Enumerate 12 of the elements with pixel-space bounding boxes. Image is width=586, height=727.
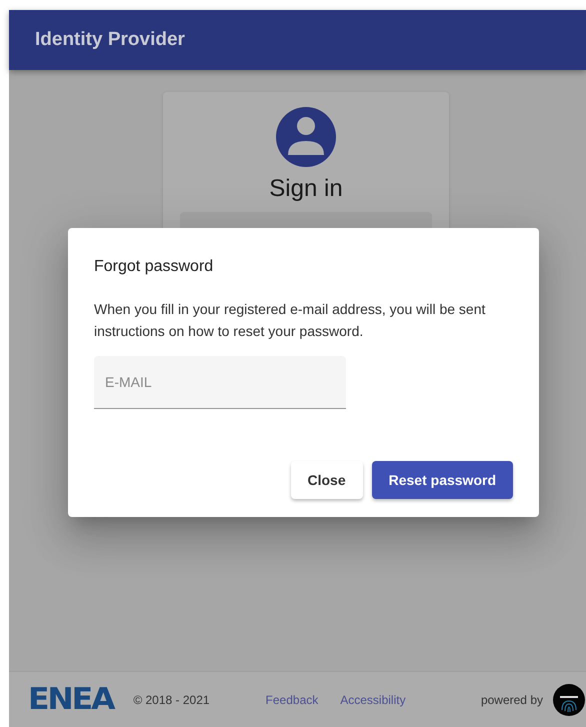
dialog-message: When you fill in your registered e-mail address, you will be sent instructions on how to reset your password. (94, 300, 486, 341)
avatar-icon (276, 107, 336, 167)
close-button[interactable]: Close (290, 461, 363, 499)
app-title: Identity Provider (35, 29, 185, 51)
powered-by-text: powered by (480, 692, 543, 706)
email-field[interactable]: E-MAIL (94, 356, 346, 409)
sign-in-title: Sign in (269, 175, 343, 203)
reset-password-button[interactable]: Reset password (372, 461, 513, 499)
dialog-title: Forgot password (94, 258, 214, 276)
logo: ENEA (28, 682, 114, 717)
copyright-text: © 2018 - 2021 (133, 692, 210, 706)
fingerprint-logo-icon (553, 684, 585, 716)
